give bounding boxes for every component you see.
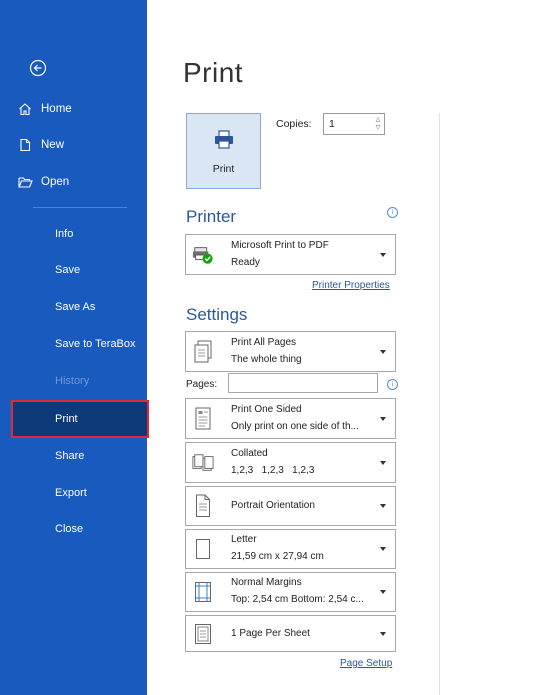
chevron-down-icon (380, 460, 386, 465)
portrait-icon (192, 494, 214, 518)
sidebar-item-label: Export (55, 487, 87, 499)
preview-divider (439, 113, 440, 695)
printer-icon (213, 130, 235, 155)
back-arrow-icon (29, 59, 47, 77)
setting-line2: Top: 2,54 cm Bottom: 2,54 c... (231, 594, 364, 605)
setting-line1: Collated (231, 448, 268, 459)
spin-up-icon[interactable]: △ (376, 116, 381, 124)
printer-status: Ready (231, 257, 260, 268)
sidebar-item-label: Print (55, 413, 78, 425)
printer-ready-icon (192, 243, 214, 267)
backstage-window: Home New Open Info Save Save As Save to … (0, 0, 551, 695)
settings-section-title: Settings (186, 305, 248, 324)
setting-line1: Print One Sided (231, 404, 302, 415)
page-setup-link[interactable]: Page Setup (340, 658, 392, 669)
sidebar-item-label: Info (55, 228, 74, 240)
sidebar-item-label: Share (55, 450, 85, 462)
setting-line1: Portrait Orientation (231, 500, 315, 511)
info-icon[interactable]: i (387, 379, 398, 390)
setting-line2: Only print on one side of th... (231, 421, 359, 432)
print-button[interactable]: Print (186, 113, 261, 189)
sidebar-item-close[interactable]: Close (0, 512, 147, 546)
nav-new-label: New (41, 139, 65, 151)
back-button[interactable] (29, 59, 47, 77)
sidebar-item-save-as[interactable]: Save As (0, 290, 147, 324)
sidebar-item-label: Save (55, 264, 81, 276)
chevron-down-icon (380, 416, 386, 421)
chevron-down-icon (380, 590, 386, 594)
nav-home[interactable]: Home (17, 98, 72, 120)
sides-dropdown[interactable]: Print One Sided Only print on one side o… (185, 398, 396, 439)
sidebar-item-save[interactable]: Save (0, 253, 147, 287)
setting-line1: Normal Margins (231, 577, 302, 588)
print-pane: Print Print Copies: 1 △ ▽ Printer i Micr… (147, 0, 551, 695)
margins-icon (192, 580, 214, 604)
copies-value[interactable]: 1 (324, 118, 372, 130)
pages-label: Pages: (186, 379, 218, 390)
sidebar-item-save-to-terabox[interactable]: Save to TeraBox (0, 327, 147, 361)
spin-down-icon[interactable]: ▽ (376, 124, 381, 132)
collated-icon (192, 451, 214, 475)
setting-line1: 1 Page Per Sheet (231, 628, 310, 639)
printer-dropdown[interactable]: Microsoft Print to PDF Ready (185, 234, 396, 275)
sidebar-item-info[interactable]: Info (0, 217, 147, 251)
setting-line2: The whole thing (231, 354, 302, 365)
sidebar-divider (33, 207, 127, 208)
orientation-dropdown[interactable]: Portrait Orientation (185, 486, 396, 526)
copies-stepper[interactable]: 1 △ ▽ (323, 113, 385, 135)
home-icon (17, 101, 33, 117)
print-button-label: Print (212, 163, 235, 175)
chevron-down-icon (380, 631, 386, 636)
margins-dropdown[interactable]: Normal Margins Top: 2,54 cm Bottom: 2,54… (185, 572, 396, 612)
copies-label: Copies: (276, 118, 312, 130)
paper-size-dropdown[interactable]: Letter 21,59 cm x 27,94 cm (185, 529, 396, 569)
sidebar-item-label: Save As (55, 301, 96, 313)
pages-input[interactable] (228, 373, 378, 393)
setting-line1: Letter (231, 534, 257, 545)
pages-icon (192, 340, 214, 364)
sidebar-item-label: Close (55, 523, 84, 535)
sidebar-item-print[interactable]: Print (11, 400, 149, 438)
sidebar-item-export[interactable]: Export (0, 476, 147, 510)
sidebar-item-label: Save to TeraBox (55, 338, 136, 350)
nav-open[interactable]: Open (17, 171, 69, 193)
printer-section-title: Printer (186, 207, 237, 226)
open-folder-icon (17, 174, 33, 190)
sidebar-item-share[interactable]: Share (0, 439, 147, 473)
new-document-icon (17, 137, 33, 153)
printer-name: Microsoft Print to PDF (231, 240, 329, 251)
setting-line1: Print All Pages (231, 337, 297, 348)
chevron-down-icon (380, 349, 386, 354)
backstage-sidebar: Home New Open Info Save Save As Save to … (0, 0, 149, 695)
chevron-down-icon (380, 504, 386, 508)
info-icon[interactable]: i (387, 207, 398, 218)
pages-per-sheet-icon (192, 622, 214, 646)
copies-spin-buttons[interactable]: △ ▽ (372, 114, 384, 134)
chevron-down-icon (380, 547, 386, 551)
print-range-dropdown[interactable]: Print All Pages The whole thing (185, 331, 396, 372)
paper-size-icon (192, 537, 214, 561)
setting-line2: 1,2,3 1,2,3 1,2,3 (231, 465, 315, 476)
sidebar-item-history: History (0, 364, 147, 398)
pages-per-sheet-dropdown[interactable]: 1 Page Per Sheet (185, 615, 396, 652)
one-sided-icon (192, 407, 214, 431)
nav-home-label: Home (41, 103, 72, 115)
nav-new[interactable]: New (17, 134, 64, 156)
nav-open-label: Open (41, 176, 70, 188)
sidebar-item-label: History (55, 375, 90, 387)
page-title: Print (183, 57, 244, 88)
chevron-down-icon (380, 252, 386, 257)
setting-line2: 21,59 cm x 27,94 cm (231, 551, 324, 562)
collation-dropdown[interactable]: Collated 1,2,3 1,2,3 1,2,3 (185, 442, 396, 483)
printer-properties-link[interactable]: Printer Properties (312, 280, 390, 291)
